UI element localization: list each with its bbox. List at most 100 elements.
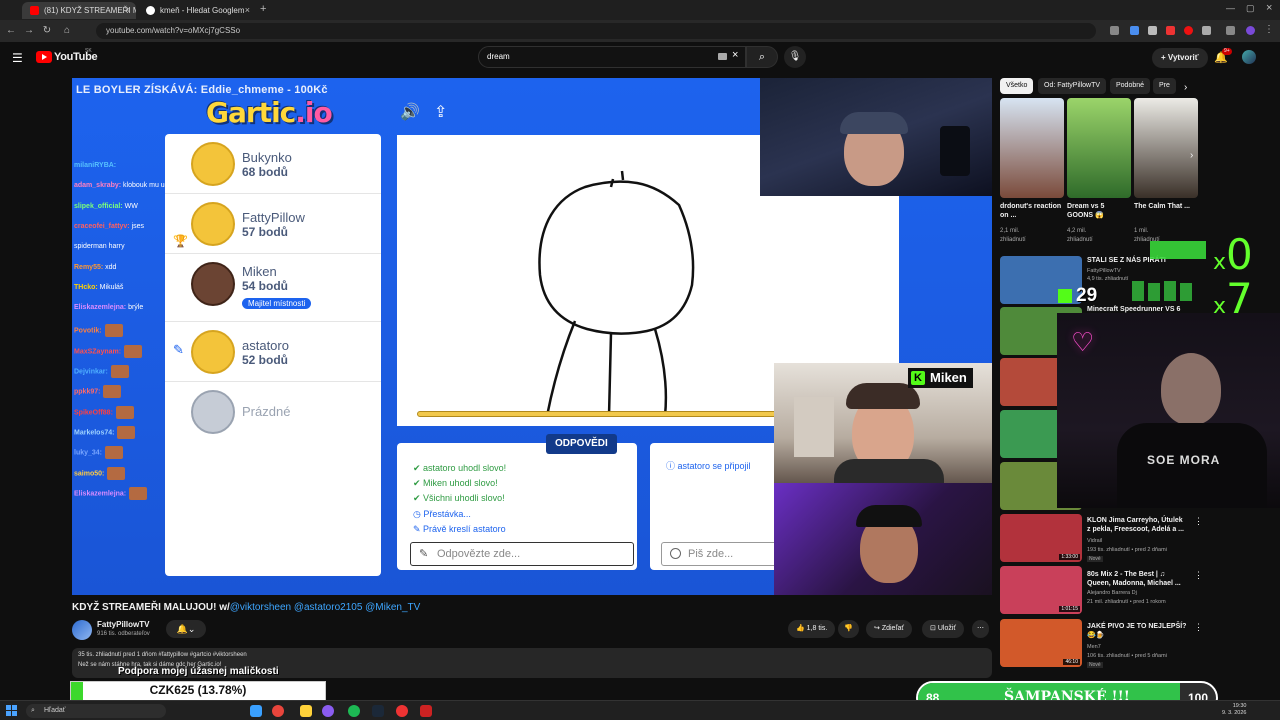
rec-channel[interactable]: Men7 bbox=[1087, 644, 1101, 650]
extension-icon[interactable] bbox=[1110, 26, 1119, 35]
chip-related[interactable]: Podobné bbox=[1110, 78, 1151, 94]
channel-avatar[interactable] bbox=[72, 620, 92, 640]
search-button[interactable]: ⌕ bbox=[746, 46, 778, 68]
player-list: Bukynko 68 bodů 🏆 FattyPillow 57 bodů Mi… bbox=[165, 134, 381, 576]
extensions-puzzle-icon[interactable] bbox=[1202, 26, 1211, 35]
more-options-icon[interactable]: ⋮ bbox=[1194, 516, 1203, 527]
rec-channel[interactable]: Alejandro Barrera Dj bbox=[1087, 590, 1137, 596]
tab-google[interactable]: kmeň - Hledat Googlem × bbox=[138, 2, 256, 19]
new-tab-icon[interactable]: + bbox=[260, 3, 266, 15]
create-label: Vytvoriť bbox=[1167, 53, 1199, 62]
more-actions-button[interactable]: ⋯ bbox=[972, 620, 989, 638]
browser-menu-icon[interactable]: ⋮ bbox=[1264, 24, 1274, 35]
chip-for-you[interactable]: Pre bbox=[1153, 78, 1176, 94]
taskbar-search[interactable]: ⌕ Hľadať bbox=[26, 704, 166, 718]
stream-chat-line: luky_34: bbox=[74, 446, 124, 460]
chat-username: THcko: bbox=[74, 283, 98, 291]
extension-icon[interactable] bbox=[1184, 26, 1193, 35]
tab-label: kmeň - Hledat Googlem bbox=[160, 6, 245, 15]
player-name: Prázdné bbox=[242, 404, 291, 419]
chevron-right-icon[interactable]: › bbox=[1184, 82, 1187, 93]
shelf-title[interactable]: drdonut's reaction on ... bbox=[1000, 202, 1064, 220]
volume-icon[interactable]: 🔊 bbox=[400, 102, 420, 122]
like-button[interactable]: 👍 1,8 tis. bbox=[788, 620, 836, 638]
player-row: 🏆 FattyPillow 57 bodů bbox=[165, 194, 381, 254]
dislike-button[interactable]: 👎 bbox=[838, 620, 859, 638]
close-window-icon[interactable]: × bbox=[1266, 2, 1272, 14]
shelf-thumbnail[interactable] bbox=[1000, 98, 1064, 198]
views-label: zhliadnutí bbox=[1000, 237, 1026, 243]
save-button[interactable]: ⊡ Uložiť bbox=[922, 620, 965, 638]
url-field[interactable]: youtube.com/watch?v=oMXcj7gCSSo bbox=[96, 23, 1096, 39]
windows-start-icon[interactable] bbox=[6, 705, 18, 717]
share-button[interactable]: ↪ Zdieľať bbox=[866, 620, 913, 638]
more-options-icon[interactable]: ⋮ bbox=[1194, 570, 1203, 581]
chip-all[interactable]: Všetko bbox=[1000, 78, 1034, 94]
home-icon[interactable]: ⌂ bbox=[60, 24, 74, 38]
clear-search-icon[interactable]: × bbox=[732, 49, 738, 61]
subscribed-bell-button[interactable]: 🔔⌄ bbox=[166, 620, 206, 638]
steam-icon[interactable] bbox=[372, 705, 384, 717]
chrome-icon[interactable] bbox=[272, 705, 284, 717]
taskbar-app-icon[interactable] bbox=[250, 705, 262, 717]
chat-username: Remy55: bbox=[74, 263, 104, 271]
shelf-title[interactable]: The Calm That ... bbox=[1134, 202, 1198, 211]
taskbar-app-icon[interactable] bbox=[322, 705, 334, 717]
rec-title[interactable]: 80s Mix 2 - The Best | ♫ Queen, Madonna,… bbox=[1087, 570, 1187, 588]
keyboard-icon[interactable] bbox=[718, 53, 727, 60]
voice-search-button[interactable]: 🎙 bbox=[784, 46, 806, 68]
youtube-logo-icon[interactable] bbox=[36, 51, 52, 63]
thumbs-down-icon: 👎 bbox=[844, 625, 853, 632]
profile-icon[interactable] bbox=[1246, 26, 1255, 35]
views: 2,1 mil. bbox=[1000, 228, 1020, 234]
rec-title[interactable]: JAKÉ PIVO JE TO NEJLEPŠÍ? 😂🍺 bbox=[1087, 622, 1187, 640]
taskbar-clock[interactable]: 19:30 9. 3. 2026 bbox=[1222, 703, 1246, 717]
rec-channel[interactable]: FattyPillowTV bbox=[1087, 268, 1121, 274]
forward-icon[interactable]: → bbox=[22, 24, 36, 38]
back-icon[interactable]: ← bbox=[4, 24, 18, 38]
shelf-thumbnail[interactable] bbox=[1134, 98, 1198, 198]
hamburger-menu-icon[interactable]: ☰ bbox=[12, 51, 23, 65]
views: 4,2 mil. bbox=[1067, 228, 1087, 234]
share-icon[interactable]: ⇪ bbox=[434, 102, 447, 122]
sidebar-icon[interactable] bbox=[1226, 26, 1235, 35]
extension-icon[interactable] bbox=[1130, 26, 1139, 35]
shelf-thumbnail[interactable] bbox=[1067, 98, 1131, 198]
taskbar-app-icon[interactable] bbox=[300, 705, 312, 717]
donation-banner: LE BOYLER ZÍSKÁVÁ: Eddie_chmeme - 100Kč bbox=[76, 84, 328, 96]
rec-thumbnail[interactable]: 1:33:00 bbox=[1000, 514, 1082, 562]
video-player[interactable]: LE BOYLER ZÍSKÁVÁ: Eddie_chmeme - 100Kč … bbox=[72, 78, 992, 595]
taskbar-app-icon[interactable] bbox=[420, 705, 432, 717]
stream-chat-line: saimo50: bbox=[74, 466, 126, 480]
title-tags[interactable]: @viktorsheen @astatoro2105 @Miken_TV bbox=[230, 602, 421, 613]
stream-chat-line: slipek_official: WW bbox=[74, 203, 138, 210]
more-options-icon[interactable]: ⋮ bbox=[1194, 622, 1203, 633]
channel-name[interactable]: FattyPillowTV bbox=[97, 620, 149, 629]
chat-message: jses bbox=[129, 222, 145, 230]
chat-username: slipek_official: bbox=[74, 202, 123, 210]
shelf-title[interactable]: Dream vs 5 GOONS 😱 bbox=[1067, 202, 1131, 220]
user-avatar[interactable] bbox=[1242, 50, 1256, 64]
extension-icon[interactable] bbox=[1166, 26, 1175, 35]
spotify-icon[interactable] bbox=[348, 705, 360, 717]
rec-title[interactable]: KLON Jima Carreyho, Útulek z pekla, Free… bbox=[1087, 516, 1187, 534]
taskbar-search-label: Hľadať bbox=[44, 707, 66, 714]
rec-channel[interactable]: Vidrail bbox=[1087, 538, 1102, 544]
chevron-right-icon[interactable]: › bbox=[1190, 150, 1193, 161]
rec-thumbnail[interactable]: 46:10 bbox=[1000, 619, 1082, 667]
maximize-icon[interactable]: ▢ bbox=[1246, 3, 1255, 14]
views: 1 mil. bbox=[1134, 228, 1149, 234]
tab-active[interactable]: (81) KDYŽ STREAMEŘI MALUJ × bbox=[22, 2, 136, 19]
answer-input[interactable]: ✎ Odpovězte zde... bbox=[410, 542, 634, 566]
create-button[interactable]: + Vytvoriť bbox=[1152, 48, 1208, 68]
minimize-icon[interactable]: — bbox=[1226, 3, 1235, 13]
close-tab-icon[interactable]: × bbox=[125, 2, 130, 19]
search-input[interactable]: dream bbox=[478, 46, 746, 68]
rec-thumbnail[interactable]: 1:01:15 bbox=[1000, 566, 1082, 614]
chat-username: saimo50: bbox=[74, 469, 105, 477]
taskbar-app-icon[interactable] bbox=[396, 705, 408, 717]
chip-from-channel[interactable]: Od: FattyPillowTV bbox=[1038, 78, 1107, 94]
reload-icon[interactable]: ↻ bbox=[40, 24, 54, 38]
extension-icon[interactable] bbox=[1148, 26, 1157, 35]
close-tab-icon[interactable]: × bbox=[245, 2, 250, 19]
